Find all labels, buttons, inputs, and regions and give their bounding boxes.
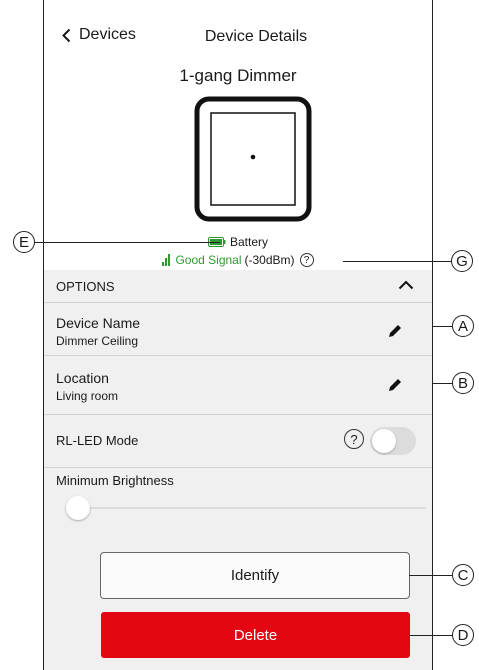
callout-line-a — [433, 326, 453, 327]
options-header-label: OPTIONS — [56, 279, 115, 294]
signal-label: Good Signal — [175, 253, 242, 267]
nav-bar: Devices Device Details — [44, 22, 432, 52]
device-name-value: Dimmer Ceiling — [56, 334, 139, 348]
page-title: Device Details — [204, 28, 308, 45]
callout-e: E — [13, 231, 35, 253]
rl-led-mode-label: RL-LED Mode — [56, 433, 139, 448]
edit-location-icon[interactable] — [388, 378, 402, 392]
device-model-name: 1-gang Dimmer — [179, 66, 297, 85]
signal-help-icon[interactable]: ? — [299, 253, 314, 267]
callout-line-b — [433, 383, 453, 384]
toggle-knob — [372, 429, 396, 453]
callout-line-e — [34, 242, 220, 243]
device-status: Battery Good Signal (-30dBm) ? — [44, 233, 432, 269]
dimmer-device-icon — [194, 96, 312, 222]
callout-b: B — [452, 372, 474, 394]
location-value: Living room — [56, 389, 119, 403]
minimum-brightness-label: Minimum Brightness — [56, 473, 174, 488]
identify-button[interactable]: Identify — [100, 552, 410, 599]
callout-c: C — [452, 564, 474, 586]
signal-strength-icon — [162, 254, 171, 266]
callout-a: A — [452, 315, 474, 337]
location-label: Location — [56, 370, 109, 386]
options-header[interactable]: OPTIONS — [44, 270, 432, 303]
rl-led-help-icon[interactable]: ? — [344, 429, 364, 449]
callout-d: D — [452, 624, 474, 646]
rl-led-mode-row: RL-LED Mode ? — [44, 415, 432, 468]
callout-line-c — [409, 575, 453, 576]
device-name-label: Device Name — [56, 315, 141, 331]
phone-screen: Devices Device Details 1-gang Dimmer Bat… — [43, 0, 433, 670]
brightness-slider-track[interactable] — [72, 507, 426, 509]
battery-label: Battery — [229, 235, 268, 249]
delete-button[interactable]: Delete — [101, 612, 410, 658]
options-panel: OPTIONS Device Name Dimmer Ceiling Locat… — [44, 270, 432, 670]
chevron-up-icon[interactable] — [398, 280, 414, 290]
brightness-slider-thumb[interactable] — [66, 496, 90, 520]
device-name-row[interactable]: Device Name Dimmer Ceiling — [44, 303, 432, 356]
callout-line-g — [343, 261, 452, 262]
signal-value: (-30dBm) — [244, 253, 295, 267]
location-row[interactable]: Location Living room — [44, 356, 432, 415]
callout-line-d — [409, 635, 453, 636]
edit-device-name-icon[interactable] — [388, 324, 402, 338]
callout-g: G — [451, 250, 473, 272]
minimum-brightness-row: Minimum Brightness — [44, 468, 432, 530]
rl-led-mode-toggle[interactable] — [370, 427, 416, 455]
